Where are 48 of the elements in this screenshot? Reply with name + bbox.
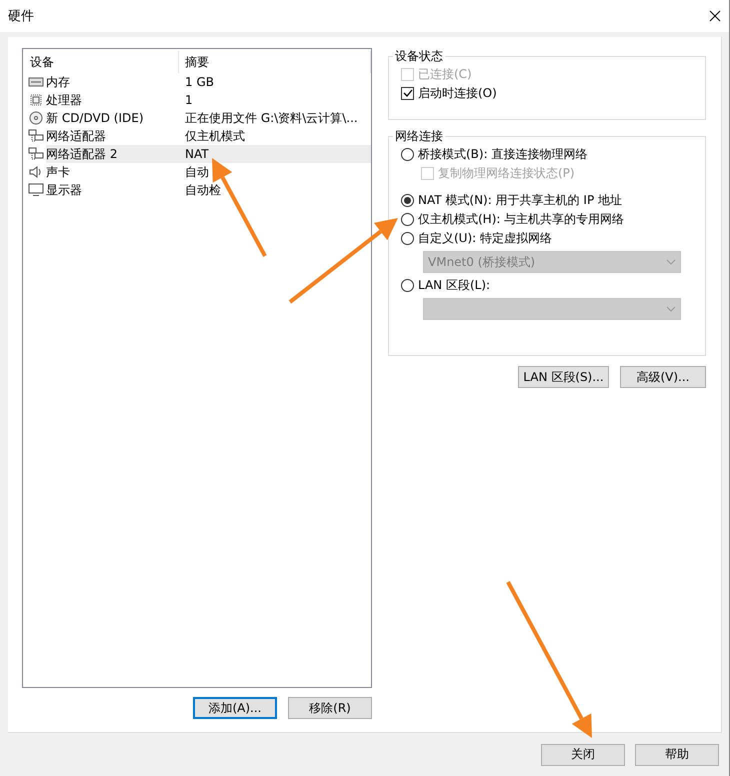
help-button[interactable]: 帮助 (635, 744, 719, 766)
group-title: 网络连接 (394, 128, 444, 145)
add-button[interactable]: 添加(A)... (193, 697, 277, 719)
radio-label: 桥接模式(B): 直接连接物理网络 (418, 146, 588, 163)
monitor-icon (28, 183, 44, 197)
device-summary: 1 GB (184, 74, 215, 91)
device-summary: 仅主机模式 (184, 128, 246, 144)
memory-icon (28, 75, 44, 89)
lan-segment-button[interactable]: LAN 区段(S)... (518, 366, 609, 388)
column-header[interactable]: 设备 (24, 51, 179, 73)
checkbox[interactable] (401, 87, 414, 100)
device-summary: 自动检 (184, 182, 222, 198)
device-name[interactable]: 内存 (46, 73, 179, 91)
window-title: 硬件 (8, 8, 34, 25)
radio-button[interactable] (401, 213, 414, 226)
device-name[interactable]: 新 CD/DVD (IDE) (46, 109, 179, 127)
radio-button[interactable] (401, 194, 414, 207)
device-name[interactable]: 网络适配器 (46, 127, 179, 145)
checkbox-label: 启动时连接(O) (418, 85, 497, 102)
device-summary: 1 (184, 92, 194, 109)
column-header[interactable]: 摘要 (179, 51, 371, 73)
chip-icon (28, 93, 44, 107)
chevron-down-icon (666, 306, 676, 312)
disc-icon (28, 111, 44, 125)
radio-button[interactable] (401, 232, 414, 245)
device-summary: NAT (179, 145, 371, 163)
device-summary: 自动 (184, 164, 210, 180)
device-name[interactable]: 处理器 (46, 91, 179, 109)
network-icon (28, 147, 44, 161)
network-icon (28, 129, 44, 143)
checkbox-label: 复制物理网络连接状态(P) (438, 165, 575, 182)
device-name[interactable]: 声卡 (46, 163, 179, 181)
device-name[interactable]: 显示器 (46, 181, 179, 199)
radio-label: LAN 区段(L): (418, 277, 490, 294)
checkbox-label: 已连接(C) (418, 66, 472, 83)
radio-label: NAT 模式(N): 用于共享主机的 IP 地址 (418, 192, 622, 209)
device-summary: 正在使用文件 G:\资料\云计算\... (184, 110, 359, 126)
radio-label: 自定义(U): 特定虚拟网络 (418, 230, 552, 247)
radio-label: 仅主机模式(H): 与主机共享的专用网络 (418, 211, 624, 228)
radio-button[interactable] (401, 279, 414, 292)
radio-button[interactable] (401, 148, 414, 161)
close-icon[interactable] (709, 10, 721, 22)
remove-button[interactable]: 移除(R) (288, 697, 372, 719)
advanced-button[interactable]: 高级(V)... (620, 366, 706, 388)
close-button[interactable]: 关闭 (541, 744, 625, 766)
device-name[interactable]: 网络适配器 2 (46, 145, 179, 163)
chevron-down-icon (666, 259, 676, 265)
group-title: 设备状态 (394, 48, 444, 65)
